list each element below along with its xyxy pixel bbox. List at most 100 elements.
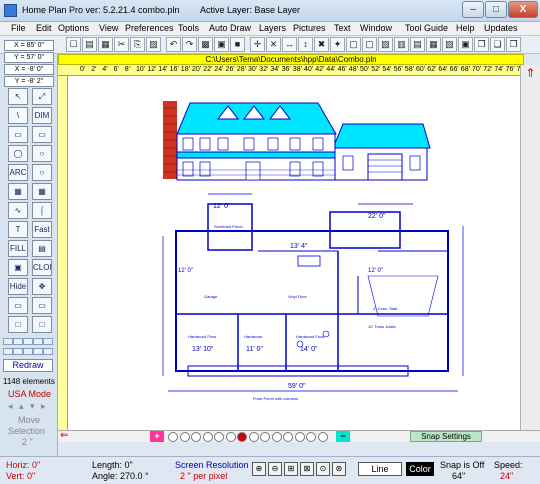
draw-tool-button[interactable]: ◯: [8, 145, 28, 162]
page-tab[interactable]: [237, 432, 247, 442]
menu-auto-draw[interactable]: Auto Draw: [209, 23, 251, 33]
page-tab[interactable]: [248, 432, 259, 442]
color-palette[interactable]: [3, 337, 53, 357]
maximize-button[interactable]: □: [485, 1, 507, 18]
zoom-in-icon[interactable]: ⊕: [252, 462, 266, 476]
page-tab[interactable]: [225, 432, 236, 442]
minimize-button[interactable]: –: [462, 1, 484, 18]
toolbar-button-icon[interactable]: ✕: [266, 37, 281, 52]
zoom-prev-icon[interactable]: ⊙: [316, 462, 330, 476]
draw-tool-button[interactable]: ▦: [32, 183, 52, 200]
menu-pictures[interactable]: Pictures: [293, 23, 326, 33]
menu-layers[interactable]: Layers: [259, 23, 286, 33]
toolbar-button-icon[interactable]: ▧: [442, 37, 457, 52]
draw-tool-button[interactable]: ▭: [8, 126, 28, 143]
zoom-window-icon[interactable]: ⊞: [284, 462, 298, 476]
draw-tool-button[interactable]: ARC: [8, 164, 28, 181]
color-button[interactable]: Color: [406, 462, 434, 476]
snap-settings-button[interactable]: Snap Settings: [410, 431, 482, 442]
usa-mode-toggle[interactable]: USA Mode: [8, 389, 51, 399]
toolbar-button-icon[interactable]: ↕: [298, 37, 313, 52]
toolbar-button-icon[interactable]: ▨: [146, 37, 161, 52]
toolbar-button-icon[interactable]: ▥: [394, 37, 409, 52]
scroll-left-icon[interactable]: ⇐: [60, 431, 74, 442]
toolbar-button-icon[interactable]: ▣: [214, 37, 229, 52]
page-tab[interactable]: [214, 432, 224, 442]
page-tab[interactable]: [202, 432, 213, 442]
scroll-top-icon[interactable]: ⇑: [524, 67, 537, 80]
toolbar-button-icon[interactable]: ✂: [114, 37, 129, 52]
toolbar-button-icon[interactable]: ❑: [490, 37, 505, 52]
menu-view[interactable]: View: [99, 23, 118, 33]
draw-tool-button[interactable]: CLONE: [32, 259, 52, 276]
draw-tool-button[interactable]: ▭: [32, 297, 52, 314]
menu-preferences[interactable]: Preferences: [125, 23, 174, 33]
toolbar-button-icon[interactable]: ❐: [474, 37, 489, 52]
toolbar-button-icon[interactable]: ☐: [66, 37, 81, 52]
page-tab[interactable]: [168, 432, 178, 442]
menu-file[interactable]: File: [11, 23, 26, 33]
draw-tool-button[interactable]: FILL: [8, 240, 28, 257]
toolbar-button-icon[interactable]: ↶: [166, 37, 181, 52]
close-button[interactable]: X: [508, 1, 538, 18]
page-tab[interactable]: [179, 432, 190, 442]
redraw-button[interactable]: Redraw: [3, 359, 53, 372]
toolbar-button-icon[interactable]: ⎘: [130, 37, 145, 52]
drawing-canvas[interactable]: 12' 0" 22' 0" 13' 4" 12' 0" 12' 0" 13' 1…: [68, 76, 520, 430]
zoom-out-icon[interactable]: ⊖: [268, 462, 282, 476]
toolbar-button-icon[interactable]: ▤: [82, 37, 97, 52]
toolbar-button-icon[interactable]: ✦: [330, 37, 345, 52]
remove-page-button[interactable]: −: [336, 431, 350, 442]
draw-tool-button[interactable]: ▭: [32, 126, 52, 143]
toolbar-button-icon[interactable]: ▢: [346, 37, 361, 52]
draw-tool-button[interactable]: T: [8, 221, 28, 238]
draw-tool-button[interactable]: ▭: [8, 297, 28, 314]
menu-tool-guide[interactable]: Tool Guide: [405, 23, 448, 33]
page-tab[interactable]: [317, 432, 328, 442]
draw-tool-button[interactable]: DIM: [32, 107, 52, 124]
toolbar-button-icon[interactable]: ▩: [198, 37, 213, 52]
add-page-button[interactable]: +: [150, 431, 164, 442]
menu-tools[interactable]: Tools: [178, 23, 199, 33]
draw-tool-button[interactable]: ▦: [8, 183, 28, 200]
toolbar-button-icon[interactable]: ■: [230, 37, 245, 52]
draw-tool-button[interactable]: ○: [32, 164, 52, 181]
toolbar-button-icon[interactable]: ↔: [282, 37, 297, 52]
toolbar-button-icon[interactable]: ▦: [426, 37, 441, 52]
draw-tool-button[interactable]: □: [8, 316, 28, 333]
toolbar-button-icon[interactable]: ▣: [458, 37, 473, 52]
menu-updates[interactable]: Updates: [484, 23, 518, 33]
draw-tool-button[interactable]: ▣: [8, 259, 28, 276]
page-tab[interactable]: [306, 432, 316, 442]
toolbar-button-icon[interactable]: ✛: [250, 37, 265, 52]
page-tab[interactable]: [271, 432, 282, 442]
draw-tool-button[interactable]: ○: [32, 145, 52, 162]
draw-tool-button[interactable]: ⤢: [32, 88, 52, 105]
menu-edit[interactable]: Edit: [36, 23, 52, 33]
nudge-arrows-icon[interactable]: ◂ ▴ ▾ ▸: [8, 401, 52, 413]
menu-window[interactable]: Window: [360, 23, 392, 33]
page-tab[interactable]: [283, 432, 293, 442]
zoom-fit-icon[interactable]: ⊠: [300, 462, 314, 476]
line-style-button[interactable]: Line: [358, 462, 402, 476]
toolbar-button-icon[interactable]: ▢: [362, 37, 377, 52]
toolbar-button-icon[interactable]: ▤: [410, 37, 425, 52]
draw-tool-button[interactable]: ▤: [32, 240, 52, 257]
draw-tool-button[interactable]: Hide: [8, 278, 28, 295]
draw-tool-button[interactable]: Fast: [32, 221, 52, 238]
draw-tool-button[interactable]: ↖: [8, 88, 28, 105]
toolbar-button-icon[interactable]: ↷: [182, 37, 197, 52]
vertical-scrollbar[interactable]: ⇑: [520, 65, 540, 430]
menu-text[interactable]: Text: [334, 23, 351, 33]
draw-tool-button[interactable]: ⌠: [32, 202, 52, 219]
zoom-all-icon[interactable]: ⊛: [332, 462, 346, 476]
page-tab[interactable]: [191, 432, 201, 442]
page-tab[interactable]: [260, 432, 270, 442]
draw-tool-button[interactable]: ∿: [8, 202, 28, 219]
toolbar-button-icon[interactable]: ▦: [98, 37, 113, 52]
toolbar-button-icon[interactable]: ✖: [314, 37, 329, 52]
toolbar-button-icon[interactable]: ▧: [378, 37, 393, 52]
menu-options[interactable]: Options: [58, 23, 89, 33]
draw-tool-button[interactable]: □: [32, 316, 52, 333]
draw-tool-button[interactable]: ✥: [32, 278, 52, 295]
